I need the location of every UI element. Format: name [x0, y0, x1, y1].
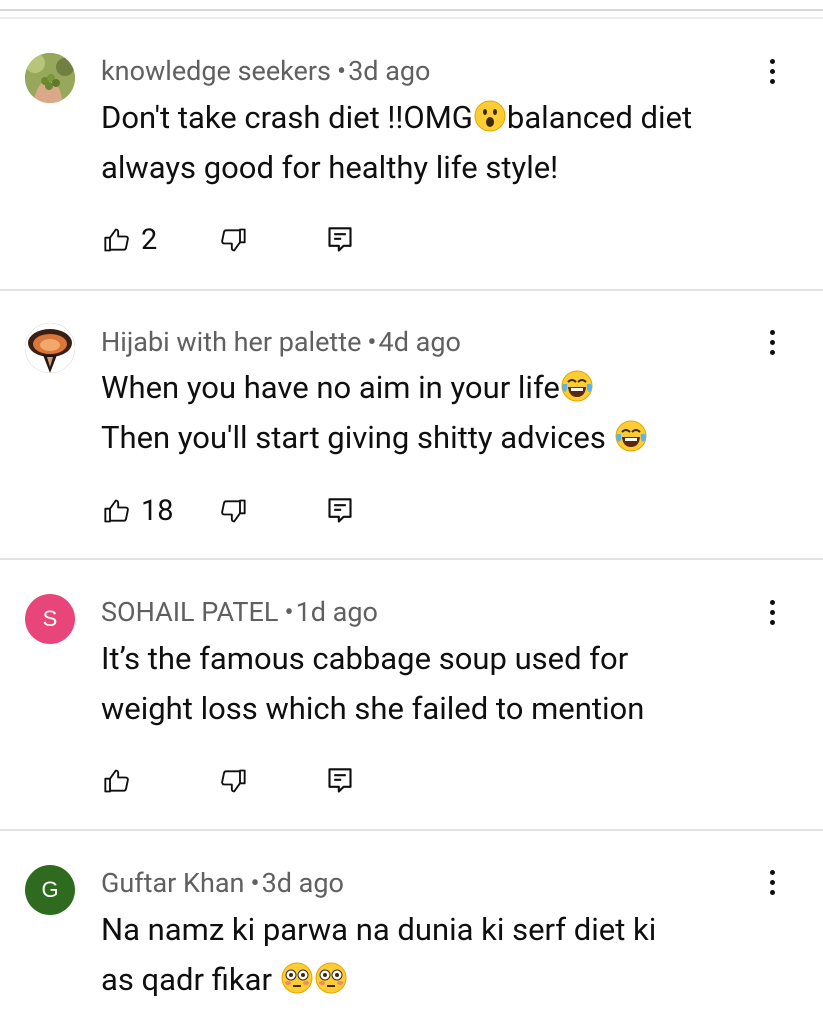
dot-separator: • — [367, 326, 377, 358]
thumbs-down-icon — [221, 228, 246, 252]
comment-time[interactable]: 3d ago — [348, 55, 430, 87]
avatar[interactable]: S — [25, 594, 75, 644]
avatar-photo-icon — [25, 53, 75, 103]
comment-text: It’s the famous cabbage soup used for we… — [101, 640, 645, 727]
more-dot-icon — [769, 869, 775, 875]
dislike-button[interactable] — [219, 761, 247, 801]
more-options-button[interactable] — [760, 322, 784, 362]
like-count: 18 — [141, 494, 174, 528]
avatar[interactable] — [25, 323, 75, 373]
comment-divider — [0, 829, 823, 831]
comment-text: When you have no aim in your life Then y… — [101, 363, 791, 463]
dot-separator: • — [250, 867, 260, 899]
comment-time[interactable]: 1d ago — [296, 596, 378, 628]
comment-divider — [0, 558, 823, 560]
comment-meta: Guftar Khan •3d ago — [101, 866, 344, 900]
comment-author[interactable]: knowledge seekers — [101, 55, 331, 87]
reply-button[interactable] — [327, 220, 353, 260]
like-count: 2 — [141, 223, 158, 257]
thumbs-down-icon — [221, 769, 246, 793]
dot-separator: • — [284, 596, 294, 628]
like-button[interactable]: 18 — [103, 491, 174, 531]
comment-meta: knowledge seekers •3d ago — [101, 54, 430, 88]
avatar[interactable]: G — [25, 865, 75, 915]
reply-icon — [328, 227, 352, 252]
comment-actions: 2 — [101, 220, 501, 260]
dislike-button[interactable] — [219, 491, 247, 531]
comment-time[interactable]: 3d ago — [262, 867, 344, 899]
more-options-button[interactable] — [760, 51, 784, 91]
flushed-face-emoji-icon — [281, 962, 313, 994]
comment-actions: 18 — [101, 491, 501, 531]
thumbs-down-icon — [221, 499, 246, 523]
dot-separator: • — [336, 55, 347, 87]
flushed-face-emoji-icon — [315, 962, 347, 994]
comment-text: Don't take crash diet !!OMG balanced diet… — [101, 99, 693, 186]
astonished-face-emoji-icon — [474, 100, 506, 132]
thumbs-up-icon — [104, 499, 129, 523]
reply-icon — [328, 768, 352, 793]
like-button[interactable] — [103, 761, 141, 801]
comment-author[interactable]: SOHAIL PATEL — [101, 596, 278, 628]
more-dot-icon — [769, 58, 775, 64]
comment-meta: Hijabi with her palette •4d ago — [101, 325, 461, 359]
reply-icon — [328, 498, 352, 523]
top-divider — [0, 0, 823, 20]
comment-author[interactable]: Hijabi with her palette — [101, 326, 361, 358]
comment-text: Na namz ki parwa na dunia ki serf diet k… — [101, 911, 657, 998]
thumbs-up-icon — [104, 228, 129, 252]
tears-of-joy-emoji-icon — [561, 370, 593, 402]
more-options-button[interactable] — [760, 592, 784, 632]
reply-button[interactable] — [327, 491, 353, 531]
comment-actions — [101, 761, 501, 801]
avatar-painting-icon — [25, 323, 75, 373]
comment-time[interactable]: 4d ago — [379, 326, 461, 358]
more-dot-icon — [769, 329, 775, 335]
avatar[interactable] — [25, 53, 75, 103]
more-options-button[interactable] — [760, 862, 784, 902]
thumbs-up-icon — [104, 769, 129, 793]
reply-button[interactable] — [327, 761, 353, 801]
like-button[interactable]: 2 — [103, 220, 157, 260]
avatar-letter: S — [42, 606, 58, 631]
avatar-letter: G — [41, 877, 59, 902]
comment-divider — [0, 289, 823, 291]
more-dot-icon — [769, 599, 775, 605]
tears-of-joy-emoji-icon — [615, 420, 647, 452]
dislike-button[interactable] — [219, 220, 247, 260]
comment-meta: SOHAIL PATEL •1d ago — [101, 595, 378, 629]
comment-author[interactable]: Guftar Khan — [101, 867, 244, 899]
